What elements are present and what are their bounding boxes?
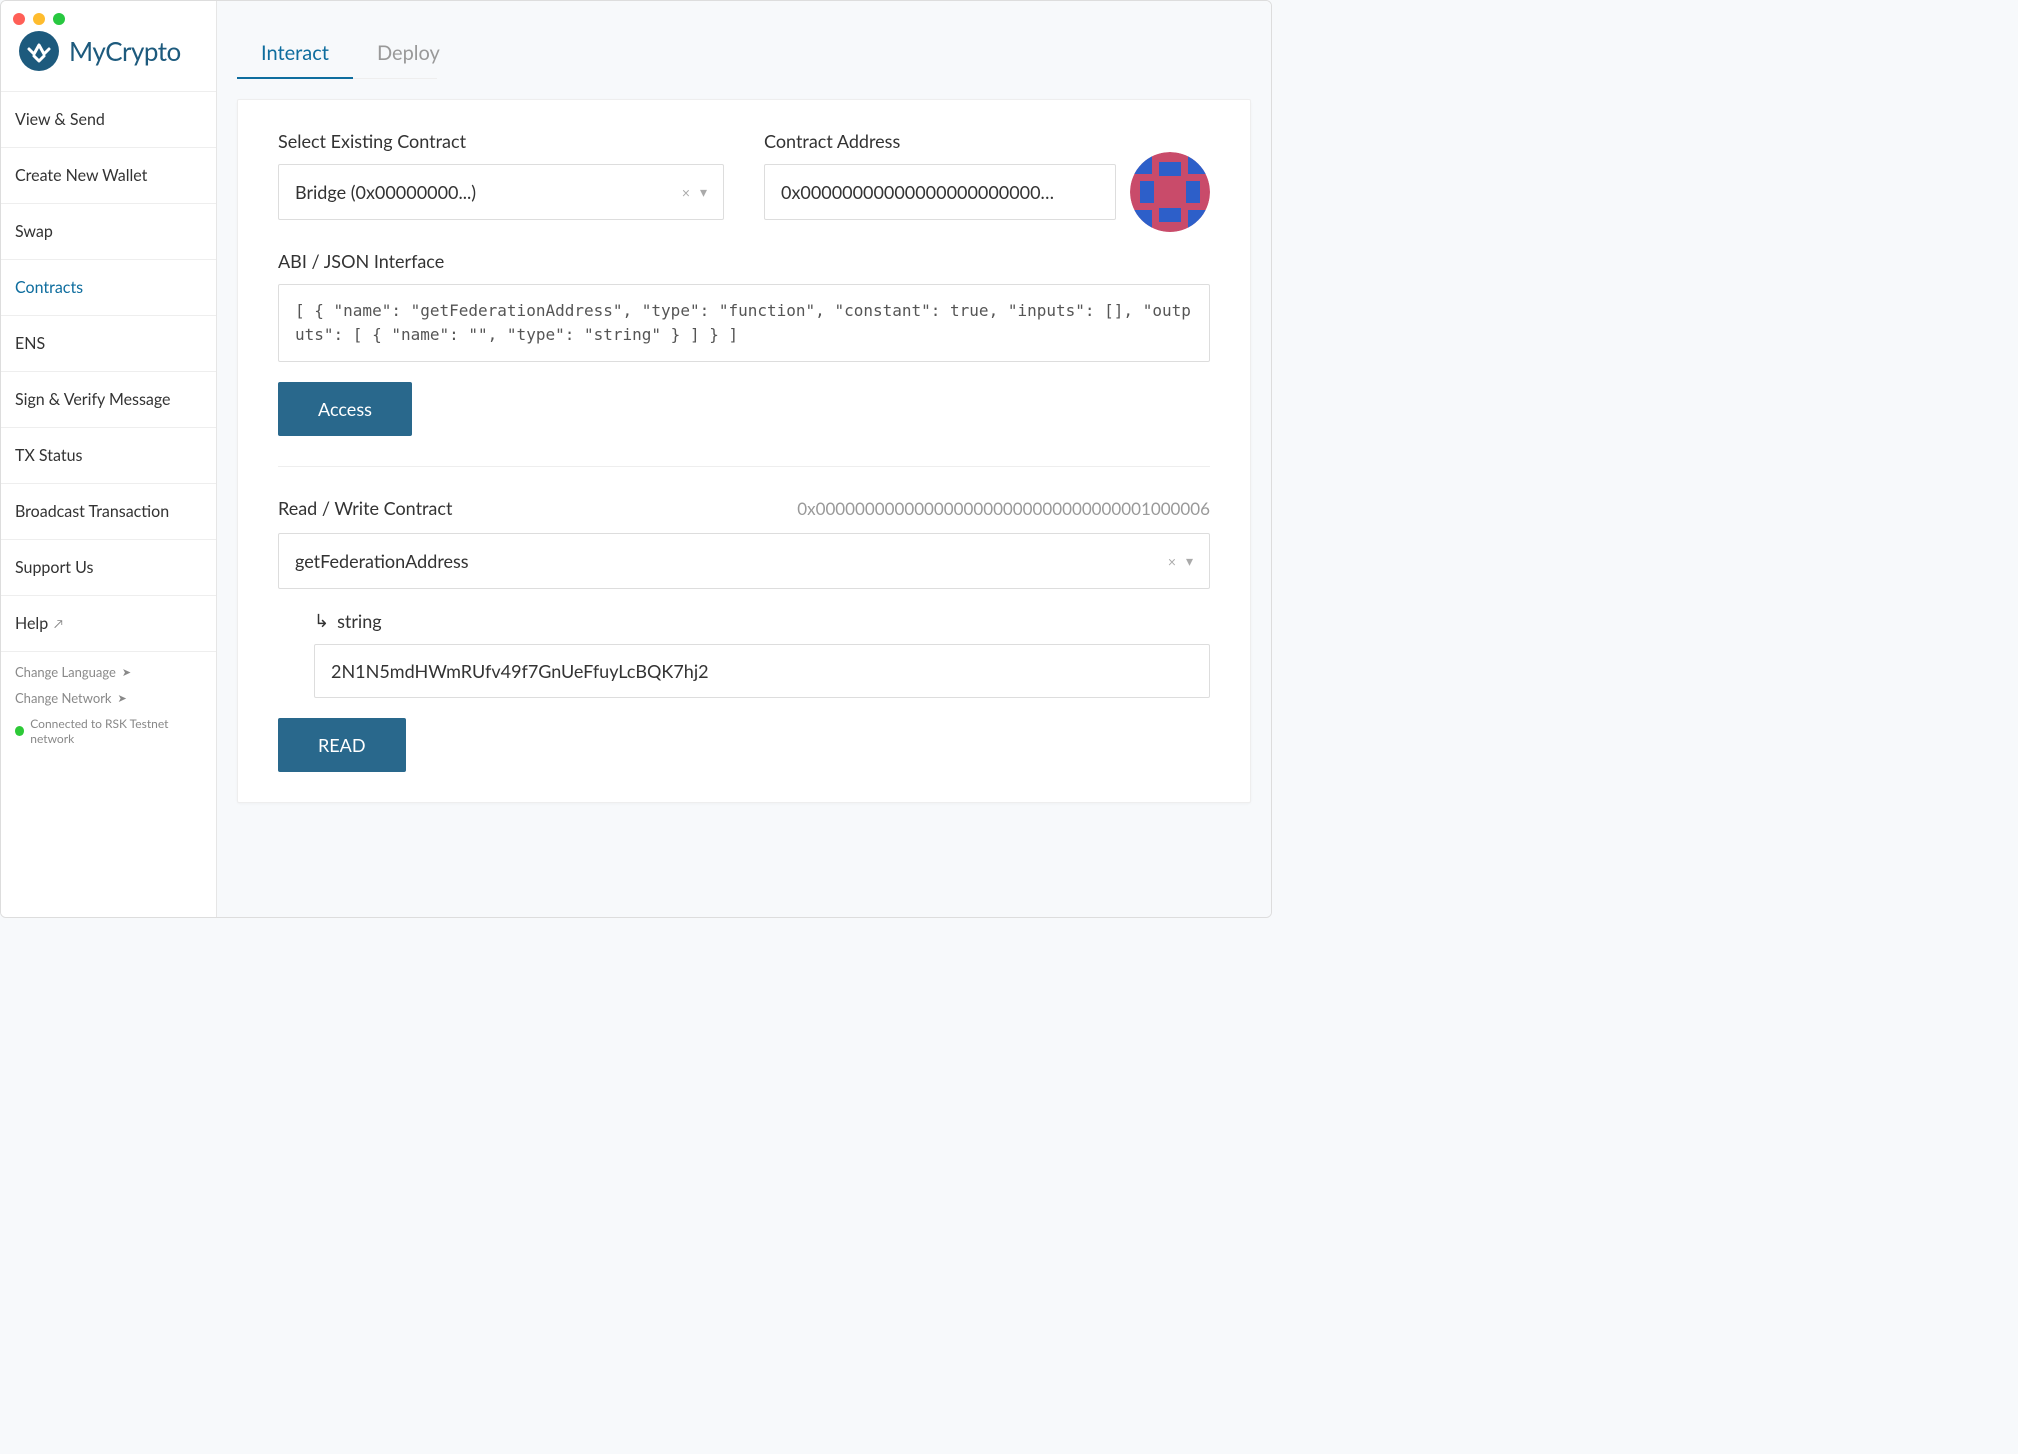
- abi-input[interactable]: [ { "name": "getFederationAddress", "typ…: [278, 284, 1210, 362]
- output-value-field[interactable]: 2N1N5mdHWmRUfv49f7GnUeFfuyLcBQK7hj2: [314, 644, 1210, 698]
- sidebar-item-swap[interactable]: Swap: [1, 204, 216, 260]
- sidebar-footer: Change Language ➤ Change Network ➤ Conne…: [1, 652, 216, 758]
- clear-icon[interactable]: ×: [1168, 553, 1176, 570]
- external-link-icon: ↗: [54, 616, 63, 631]
- app-window: MyCrypto View & Send Create New Wallet S…: [0, 0, 1272, 918]
- minimize-window-button[interactable]: [33, 13, 45, 25]
- output-value-text: 2N1N5mdHWmRUfv49f7GnUeFfuyLcBQK7hj2: [331, 660, 709, 682]
- logo-text: MyCrypto: [69, 35, 181, 67]
- select-contract-label: Select Existing Contract: [278, 130, 724, 152]
- select-contract-dropdown[interactable]: Bridge (0x00000000...) × ▾: [278, 164, 724, 220]
- sidebar-item-contracts[interactable]: Contracts: [1, 260, 216, 316]
- contract-card: Select Existing Contract Bridge (0x00000…: [237, 99, 1251, 803]
- abi-label: ABI / JSON Interface: [278, 250, 1210, 272]
- network-status: Connected to RSK Testnet network: [15, 716, 202, 746]
- footer-label: Change Network: [15, 690, 112, 706]
- read-write-section: Read / Write Contract 0x0000000000000000…: [278, 497, 1210, 772]
- main-layout: MyCrypto View & Send Create New Wallet S…: [1, 1, 1271, 917]
- select-controls: × ▾: [682, 183, 707, 201]
- chevron-right-icon: ➤: [118, 692, 127, 705]
- window-controls: [13, 13, 65, 25]
- footer-label: Change Language: [15, 664, 116, 680]
- function-value: getFederationAddress: [295, 550, 1168, 572]
- nav-label: View & Send: [15, 110, 105, 129]
- select-value: Bridge (0x00000000...): [295, 181, 682, 203]
- rw-header: Read / Write Contract 0x0000000000000000…: [278, 497, 1210, 519]
- address-value: 0x00000000000000000000000…: [781, 181, 1054, 203]
- maximize-window-button[interactable]: [53, 13, 65, 25]
- read-button[interactable]: READ: [278, 718, 406, 772]
- contract-address-col: Contract Address 0x000000000000000000000…: [764, 130, 1210, 220]
- sidebar-item-broadcast[interactable]: Broadcast Transaction: [1, 484, 216, 540]
- return-arrow-icon: ↳: [314, 609, 329, 632]
- nav-label: TX Status: [15, 446, 82, 465]
- sidebar-item-view-send[interactable]: View & Send: [1, 91, 216, 148]
- function-select-dropdown[interactable]: getFederationAddress × ▾: [278, 533, 1210, 589]
- rw-label: Read / Write Contract: [278, 497, 452, 519]
- nav-list: View & Send Create New Wallet Swap Contr…: [1, 91, 216, 652]
- status-dot-icon: [15, 726, 24, 736]
- sidebar-item-support[interactable]: Support Us: [1, 540, 216, 596]
- nav-label: Help: [15, 614, 48, 633]
- sidebar-item-tx-status[interactable]: TX Status: [1, 428, 216, 484]
- sidebar: MyCrypto View & Send Create New Wallet S…: [1, 1, 217, 917]
- sidebar-item-ens[interactable]: ENS: [1, 316, 216, 372]
- sidebar-item-help[interactable]: Help ↗: [1, 596, 216, 652]
- status-text: Connected to RSK Testnet network: [30, 716, 202, 746]
- content-area: Interact Deploy Select Existing Contract…: [217, 1, 1271, 917]
- sidebar-item-sign-verify[interactable]: Sign & Verify Message: [1, 372, 216, 428]
- tabs: Interact Deploy: [217, 1, 1271, 79]
- nav-label: Create New Wallet: [15, 166, 147, 185]
- tab-deploy[interactable]: Deploy: [353, 31, 464, 79]
- nav-label: Support Us: [15, 558, 93, 577]
- nav-label: Broadcast Transaction: [15, 502, 169, 521]
- address-identicon: [1130, 152, 1210, 232]
- contract-select-row: Select Existing Contract Bridge (0x00000…: [278, 130, 1210, 220]
- chevron-down-icon[interactable]: ▾: [1186, 552, 1193, 570]
- access-button[interactable]: Access: [278, 382, 412, 436]
- output-label: ↳ string: [314, 609, 1210, 632]
- chevron-right-icon: ➤: [122, 666, 131, 679]
- divider: [278, 466, 1210, 467]
- output-type: string: [337, 610, 382, 632]
- select-contract-col: Select Existing Contract Bridge (0x00000…: [278, 130, 724, 220]
- clear-icon[interactable]: ×: [682, 184, 690, 201]
- change-network-link[interactable]: Change Network ➤: [15, 690, 202, 706]
- output-row: ↳ string 2N1N5mdHWmRUfv49f7GnUeFfuyLcBQK…: [278, 609, 1210, 698]
- logo-icon: [19, 31, 59, 71]
- close-window-button[interactable]: [13, 13, 25, 25]
- nav-label: ENS: [15, 334, 45, 353]
- abi-section: ABI / JSON Interface [ { "name": "getFed…: [278, 250, 1210, 436]
- contract-address-input[interactable]: 0x00000000000000000000000…: [764, 164, 1116, 220]
- change-language-link[interactable]: Change Language ➤: [15, 664, 202, 680]
- contract-address-label: Contract Address: [764, 130, 1116, 152]
- sidebar-item-create-wallet[interactable]: Create New Wallet: [1, 148, 216, 204]
- tab-interact[interactable]: Interact: [237, 31, 353, 79]
- rw-address: 0x00000000000000000000000000000000010000…: [797, 498, 1210, 519]
- nav-label: Sign & Verify Message: [15, 390, 171, 409]
- nav-label: Contracts: [15, 278, 83, 297]
- chevron-down-icon[interactable]: ▾: [700, 183, 707, 201]
- nav-label: Swap: [15, 222, 53, 241]
- select-controls: × ▾: [1168, 552, 1193, 570]
